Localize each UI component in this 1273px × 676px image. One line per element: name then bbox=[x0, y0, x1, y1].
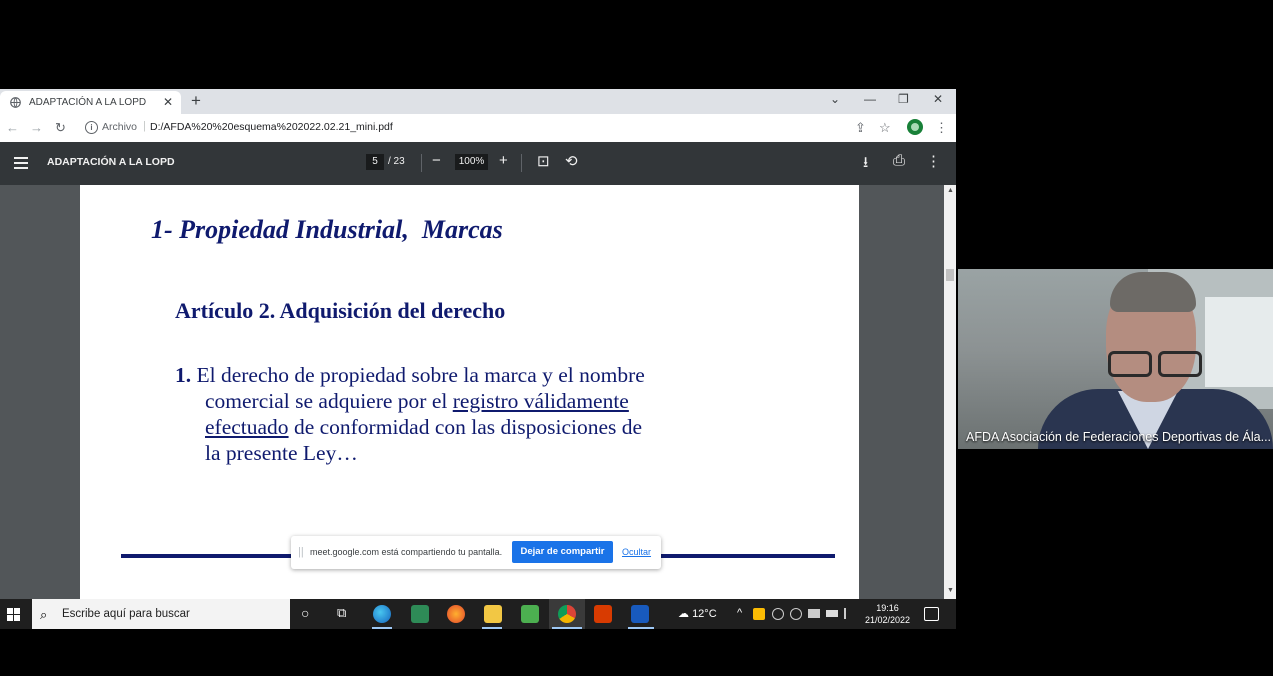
paragraph-line: comercial se adquiere por el bbox=[205, 389, 453, 413]
page-total: / 23 bbox=[388, 156, 405, 167]
pdf-title: ADAPTACIÓN A LA LOPD bbox=[47, 156, 175, 168]
forward-button[interactable]: → bbox=[30, 120, 43, 135]
word-icon[interactable] bbox=[631, 605, 649, 623]
rotate-icon[interactable]: ⟲ bbox=[565, 152, 578, 170]
browser-tab-strip: ADAPTACIÓN A LA LOPD ✕ + ⌄ — ❐ ✕ bbox=[0, 89, 956, 114]
bookmark-star-icon[interactable]: ☆ bbox=[879, 120, 891, 136]
hide-banner-link[interactable]: Ocultar bbox=[622, 547, 651, 557]
screen-share-banner: || meet.google.com está compartiendo tu … bbox=[291, 536, 661, 569]
video-background-screen bbox=[1205, 297, 1273, 387]
weather-temperature: 12°C bbox=[692, 608, 717, 620]
pdf-toolbar: ADAPTACIÓN A LA LOPD 5 / 23 − 100% + ⊡ ⟲… bbox=[0, 142, 956, 185]
scroll-up-icon[interactable]: ▲ bbox=[947, 187, 954, 194]
share-message: meet.google.com está compartiendo tu pan… bbox=[310, 547, 503, 557]
tab-title: ADAPTACIÓN A LA LOPD bbox=[29, 97, 147, 108]
address-url[interactable]: D:/AFDA%20%20esquema%202022.02.21_mini.p… bbox=[150, 121, 393, 133]
info-icon[interactable]: i bbox=[85, 121, 98, 134]
close-window-button[interactable]: ✕ bbox=[933, 92, 943, 106]
toolbar-divider bbox=[421, 154, 422, 172]
address-bar[interactable]: i Archivo | D:/AFDA%20%20esquema%202022.… bbox=[78, 117, 900, 139]
running-indicator bbox=[482, 627, 502, 629]
article-title: Artículo 2. Adquisición del derecho bbox=[175, 298, 506, 323]
new-tab-button[interactable]: + bbox=[191, 92, 201, 110]
zoom-out-icon[interactable]: − bbox=[432, 152, 441, 169]
drag-handle-icon[interactable]: || bbox=[298, 546, 304, 558]
fit-page-icon[interactable]: ⊡ bbox=[537, 152, 550, 170]
zoom-input[interactable]: 100% bbox=[455, 154, 488, 170]
search-placeholder: Escribe aquí para buscar bbox=[62, 608, 190, 620]
clock-date: 21/02/2022 bbox=[864, 615, 911, 625]
clock-time: 19:16 bbox=[876, 603, 899, 613]
battery-icon[interactable] bbox=[826, 610, 838, 617]
participant-name: AFDA Asociación de Federaciones Deportiv… bbox=[966, 430, 1272, 444]
more-actions-icon[interactable]: ⋮ bbox=[926, 152, 941, 170]
tab-search-icon[interactable]: ⌄ bbox=[830, 92, 840, 106]
task-view-icon[interactable]: ⧉ bbox=[337, 605, 346, 621]
restore-button[interactable]: ❐ bbox=[898, 92, 909, 106]
paragraph-line: de conformidad con las disposiciones de bbox=[288, 415, 643, 439]
browser-menu-icon[interactable]: ⋮ bbox=[935, 120, 948, 136]
participant-glasses bbox=[1108, 351, 1208, 377]
share-icon[interactable]: ⇪ bbox=[855, 120, 866, 136]
volume-icon[interactable] bbox=[844, 608, 857, 619]
firefox-icon[interactable] bbox=[447, 605, 465, 623]
edge-icon[interactable] bbox=[373, 605, 391, 623]
tray-chevron-icon[interactable]: ^ bbox=[737, 607, 742, 619]
page-number-input[interactable]: 5 bbox=[366, 154, 384, 170]
participant-video-tile[interactable]: AFDA Asociación de Federaciones Deportiv… bbox=[958, 269, 1273, 449]
chrome-icon[interactable] bbox=[558, 605, 576, 623]
shared-screen: ADAPTACIÓN A LA LOPD ✕ + ⌄ — ❐ ✕ ← → ↻ i… bbox=[0, 89, 956, 629]
address-scheme: Archivo bbox=[102, 121, 138, 133]
notification-center-icon[interactable] bbox=[924, 607, 939, 621]
file-explorer-icon[interactable] bbox=[484, 605, 502, 623]
tab-close-icon[interactable]: ✕ bbox=[163, 95, 173, 109]
toolbar-divider bbox=[521, 154, 522, 172]
scrollbar[interactable]: ▲ ▼ bbox=[944, 185, 956, 599]
scroll-down-icon[interactable]: ▼ bbox=[947, 587, 954, 594]
paragraph-number: 1. bbox=[175, 363, 192, 387]
browser-toolbar: ← → ↻ i Archivo | D:/AFDA%20%20esquema%2… bbox=[0, 114, 956, 142]
zoom-in-icon[interactable]: + bbox=[499, 152, 508, 169]
cloud-icon: ☁ bbox=[678, 608, 689, 620]
back-button[interactable]: ← bbox=[6, 120, 19, 135]
download-icon[interactable]: ⭳ bbox=[863, 152, 868, 177]
stop-sharing-button[interactable]: Dejar de compartir bbox=[512, 541, 613, 563]
article-paragraph: 1. El derecho de propiedad sobre la marc… bbox=[175, 362, 735, 466]
menu-icon[interactable] bbox=[14, 157, 28, 172]
underlined-text: efectuado bbox=[205, 415, 289, 439]
network-icon[interactable] bbox=[772, 608, 784, 620]
running-indicator bbox=[552, 627, 582, 629]
address-separator: | bbox=[143, 120, 146, 132]
globe-icon bbox=[10, 97, 21, 108]
dropbox-icon[interactable] bbox=[808, 609, 820, 618]
taskbar-clock[interactable]: 19:16 21/02/2022 bbox=[860, 602, 915, 626]
notes-app-icon[interactable] bbox=[411, 605, 429, 623]
paragraph-line: la presente Ley… bbox=[205, 441, 358, 465]
participant-hair bbox=[1110, 272, 1196, 312]
print-icon[interactable]: ⎙ bbox=[893, 152, 905, 169]
running-indicator bbox=[628, 627, 654, 629]
reload-button[interactable]: ↻ bbox=[55, 120, 66, 136]
cortana-icon[interactable]: ○ bbox=[301, 605, 309, 621]
weather-widget[interactable]: ☁ 12°C bbox=[678, 607, 717, 620]
office-icon[interactable] bbox=[594, 605, 612, 623]
profile-avatar[interactable] bbox=[907, 119, 923, 135]
drive-icon[interactable] bbox=[753, 608, 765, 620]
scroll-thumb[interactable] bbox=[946, 269, 954, 281]
windows-taskbar: ⌕ Escribe aquí para buscar ○ ⧉ ☁ 12°C ^ … bbox=[0, 599, 956, 629]
sync-icon[interactable] bbox=[790, 608, 802, 620]
slide-title: 1- Propiedad Industrial, Marcas bbox=[151, 215, 503, 244]
minimize-button[interactable]: — bbox=[864, 92, 876, 106]
photos-app-icon[interactable] bbox=[521, 605, 539, 623]
taskbar-search[interactable]: ⌕ Escribe aquí para buscar bbox=[32, 599, 290, 629]
paragraph-line: El derecho de propiedad sobre la marca y… bbox=[191, 363, 645, 387]
browser-tab[interactable]: ADAPTACIÓN A LA LOPD ✕ bbox=[0, 91, 181, 114]
underlined-text: registro válidamente bbox=[452, 389, 629, 413]
search-icon: ⌕ bbox=[40, 607, 48, 622]
windows-start-icon[interactable] bbox=[7, 608, 20, 621]
running-indicator bbox=[372, 627, 392, 629]
